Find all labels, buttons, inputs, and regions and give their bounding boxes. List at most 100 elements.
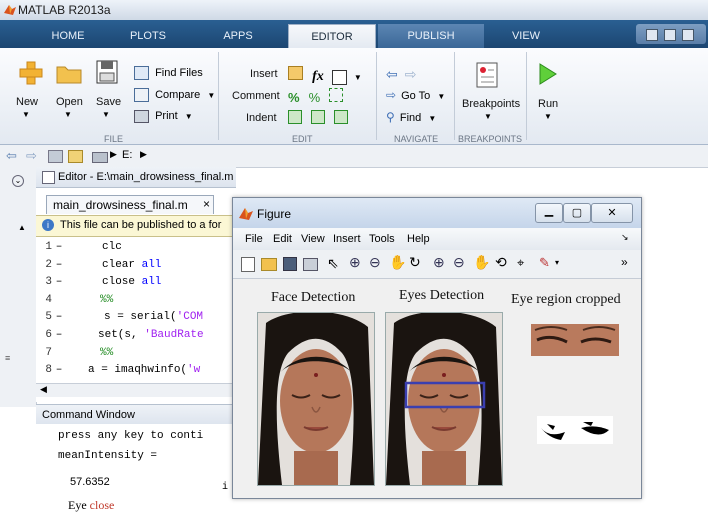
code-line[interactable]: 1– clc: [36, 239, 121, 256]
new-label[interactable]: New: [16, 96, 38, 108]
rotate-3d-icon[interactable]: ⟲: [495, 254, 507, 271]
breakpoint-marker[interactable]: –: [52, 239, 66, 256]
path-segment[interactable]: E:: [122, 149, 132, 161]
run-button[interactable]: [538, 62, 558, 89]
code-line[interactable]: 3– close all: [36, 274, 161, 291]
collapse-icon[interactable]: ⌄: [12, 175, 24, 187]
tab-plots[interactable]: PLOTS: [118, 24, 178, 48]
print-button[interactable]: Print ▼: [134, 110, 193, 123]
find-files-button[interactable]: Find Files: [134, 66, 203, 80]
minimize-button[interactable]: ▁: [535, 203, 563, 223]
horizontal-scrollbar[interactable]: ◀: [36, 383, 236, 397]
increase-indent-icon[interactable]: [311, 110, 326, 124]
close-button[interactable]: ✕: [591, 203, 633, 223]
drag-handle-icon[interactable]: ≡: [5, 353, 10, 363]
code-line[interactable]: 2– clear all: [36, 257, 161, 274]
print-icon[interactable]: [303, 258, 318, 271]
code-line[interactable]: 5– s = serial('COM: [36, 309, 203, 326]
chevron-down-icon[interactable]: ▼: [544, 112, 552, 121]
save-label[interactable]: Save: [96, 96, 121, 108]
menu-file[interactable]: File: [245, 233, 263, 245]
rotate-icon[interactable]: ↻: [409, 254, 421, 271]
pointer-icon[interactable]: ⇖: [327, 255, 339, 272]
tab-editor[interactable]: EDITOR: [288, 24, 376, 49]
tab-view[interactable]: VIEW: [496, 24, 556, 48]
back-forward-buttons[interactable]: ⇦ ⇨: [386, 66, 417, 83]
menu-help[interactable]: Help: [407, 233, 430, 245]
comment-button[interactable]: Comment: [232, 90, 280, 102]
decrease-indent-icon[interactable]: [334, 110, 349, 124]
close-icon[interactable]: ×: [203, 197, 210, 211]
file-tab[interactable]: main_drowsiness_final.m ×: [46, 195, 214, 214]
breakpoints-label[interactable]: Breakpoints: [462, 98, 520, 110]
menu-edit[interactable]: Edit: [273, 233, 292, 245]
breakpoint-marker[interactable]: –: [52, 309, 66, 326]
chevron-down-icon[interactable]: ▼: [354, 73, 362, 82]
zoom-in-icon[interactable]: ⊕: [433, 254, 445, 271]
chevron-right-icon[interactable]: ▶: [140, 149, 147, 160]
open-file-icon[interactable]: [261, 258, 277, 271]
indent-button[interactable]: Indent: [246, 112, 277, 124]
chevron-down-icon[interactable]: ▼: [64, 110, 72, 119]
fx-icon[interactable]: fx: [312, 69, 324, 84]
insert-section-icon[interactable]: [288, 66, 303, 80]
breakpoint-marker[interactable]: –: [52, 257, 66, 274]
edit-row3-icons[interactable]: [288, 110, 349, 127]
pan-icon[interactable]: ✋: [473, 254, 490, 271]
open-label[interactable]: Open: [56, 96, 83, 108]
find-button[interactable]: ⚲ Find ▼: [386, 110, 436, 124]
open-button[interactable]: [56, 62, 82, 87]
chevron-down-icon[interactable]: ▼: [484, 112, 492, 121]
smart-indent-icon[interactable]: [288, 110, 302, 124]
wrap-comments-icon[interactable]: [329, 88, 344, 102]
goto-button[interactable]: ⇨ Go To ▼: [386, 88, 445, 102]
breakpoint-marker[interactable]: –: [52, 274, 66, 291]
tab-apps[interactable]: APPS: [208, 24, 268, 48]
menu-tools[interactable]: Tools: [369, 233, 395, 245]
comment-icon[interactable]: %: [288, 90, 300, 105]
forward-arrow-icon[interactable]: ⇨: [405, 66, 417, 82]
code-line[interactable]: 4%%: [36, 292, 113, 309]
paste-icon[interactable]: [664, 29, 676, 41]
quick-access-toolbar[interactable]: [636, 24, 706, 44]
data-cursor-icon[interactable]: ⌖: [517, 255, 524, 271]
back-arrow-icon[interactable]: ⇦: [386, 66, 398, 82]
uncomment-icon[interactable]: %: [309, 90, 321, 105]
menu-arrow-icon[interactable]: ↘: [621, 232, 629, 243]
chevron-down-icon[interactable]: ▾: [555, 258, 559, 267]
save-icon[interactable]: [283, 257, 297, 271]
chevron-down-icon[interactable]: ▼: [102, 110, 110, 119]
forward-arrow-icon[interactable]: ⇨: [26, 148, 37, 164]
menu-insert[interactable]: Insert: [333, 233, 361, 245]
insert-button[interactable]: Insert: [250, 68, 278, 80]
breakpoint-marker[interactable]: –: [52, 327, 66, 344]
window-icon[interactable]: [682, 29, 694, 41]
zoom-out-icon[interactable]: ⊖: [369, 254, 381, 271]
edit-row2-icons[interactable]: % %: [288, 88, 344, 105]
tab-home[interactable]: HOME: [38, 24, 98, 48]
edit-row1-icons[interactable]: fx ▼: [288, 66, 362, 85]
new-figure-icon[interactable]: [241, 257, 255, 272]
zoom-out-icon[interactable]: ⊖: [453, 254, 465, 271]
up-folder-icon[interactable]: [48, 150, 63, 163]
run-label[interactable]: Run: [538, 98, 558, 110]
code-line[interactable]: 6– set(s, 'BaudRate: [36, 327, 203, 344]
command-window[interactable]: press any key to conti meanIntensity = 5…: [36, 424, 236, 496]
save-button[interactable]: [96, 60, 118, 87]
brush-icon[interactable]: ✎: [539, 255, 550, 271]
scroll-left-icon[interactable]: ◀: [40, 384, 47, 395]
menu-view[interactable]: View: [301, 233, 325, 245]
copy-icon[interactable]: [646, 29, 658, 41]
browse-folder-icon[interactable]: [68, 150, 83, 163]
scroll-up-icon[interactable]: ▲: [18, 223, 26, 232]
new-button[interactable]: [18, 60, 44, 89]
back-arrow-icon[interactable]: ⇦: [6, 148, 17, 164]
code-line[interactable]: 8– a = imaqhwinfo('w: [36, 362, 200, 379]
compare-button[interactable]: Compare ▼: [134, 88, 215, 102]
breakpoint-marker[interactable]: –: [52, 362, 66, 379]
breakpoints-button[interactable]: [476, 62, 498, 91]
maximize-button[interactable]: ▢: [563, 203, 591, 223]
toolbar-overflow-icon[interactable]: »: [621, 255, 628, 269]
tab-publish[interactable]: PUBLISH: [378, 24, 484, 48]
zoom-in-icon[interactable]: ⊕: [349, 254, 361, 271]
